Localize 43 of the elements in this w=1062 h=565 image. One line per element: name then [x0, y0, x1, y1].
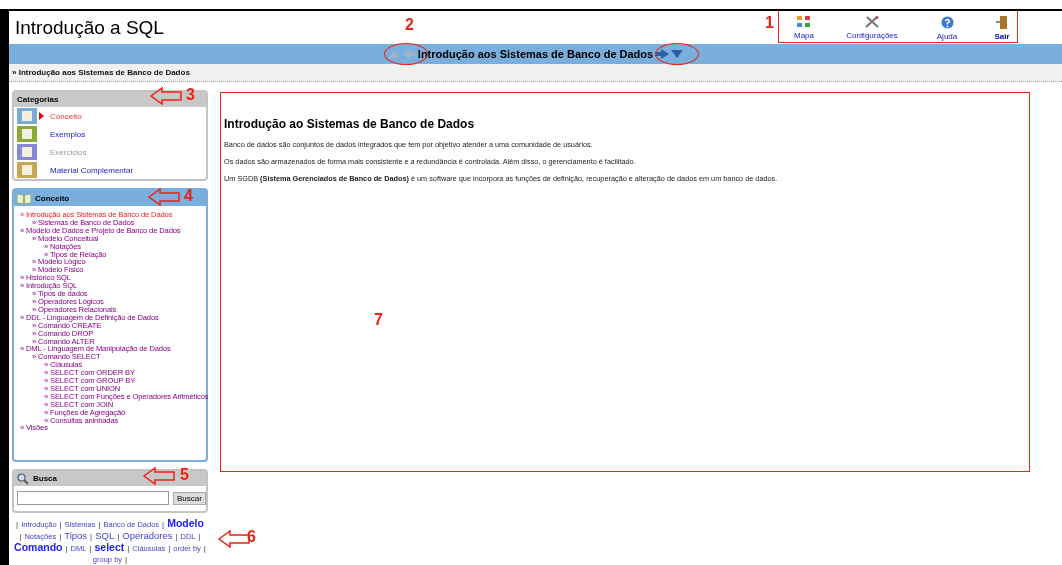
breadcrumb: » Introdução aos Sistemas de Banco de Dados [9, 64, 1062, 82]
annotation-number: 2 [405, 16, 414, 34]
tag-link[interactable]: Operadores [122, 530, 173, 541]
separator: | [127, 543, 130, 554]
separator: | [117, 531, 120, 542]
separator: | [16, 519, 19, 530]
separator: | [19, 531, 22, 542]
separator: | [203, 543, 206, 554]
separator: | [59, 519, 62, 530]
panel-title: Conceito [35, 193, 70, 203]
separator: | [90, 531, 93, 542]
annotation-number: 3 [186, 86, 195, 104]
annotation-number: 5 [180, 466, 189, 484]
nav-link[interactable]: Ajuda [922, 14, 972, 41]
tag-link[interactable]: Tipos [64, 530, 88, 541]
separator: | [162, 519, 165, 530]
separator: | [65, 543, 68, 554]
separator: | [198, 531, 201, 542]
panel-title: Categorias [17, 95, 59, 104]
page-title: Introdução a SQL [15, 16, 164, 39]
panel-title: Busca [33, 474, 57, 483]
annotation-number: 7 [374, 311, 383, 329]
search-button[interactable]: Buscar [173, 491, 206, 505]
tag-link[interactable]: select [94, 542, 125, 553]
separator: | [98, 519, 101, 530]
tag-link[interactable]: SQL [95, 530, 115, 541]
separator: | [89, 543, 92, 554]
annotation-number: 4 [184, 187, 193, 205]
nav-link[interactable]: Mapa [786, 14, 822, 41]
separator: | [168, 543, 171, 554]
separator: | [59, 531, 62, 542]
separator: | [175, 531, 178, 542]
category-link[interactable]: Exemplos [50, 129, 86, 139]
tag-link[interactable]: Modelo [167, 518, 204, 529]
nav-link[interactable]: Sair [972, 14, 1032, 41]
category-link[interactable]: Material Complementar [50, 165, 134, 175]
nav-link[interactable]: Configurações [822, 14, 922, 41]
article-title: Introdução ao Sistemas de Banco de Dados [224, 117, 476, 131]
separator: | [125, 554, 128, 565]
annotation-number: 1 [765, 14, 774, 32]
tag-link[interactable]: Comando [14, 542, 63, 553]
annotation-number: 6 [247, 528, 256, 546]
category-link[interactable]: Conceito [50, 111, 82, 121]
